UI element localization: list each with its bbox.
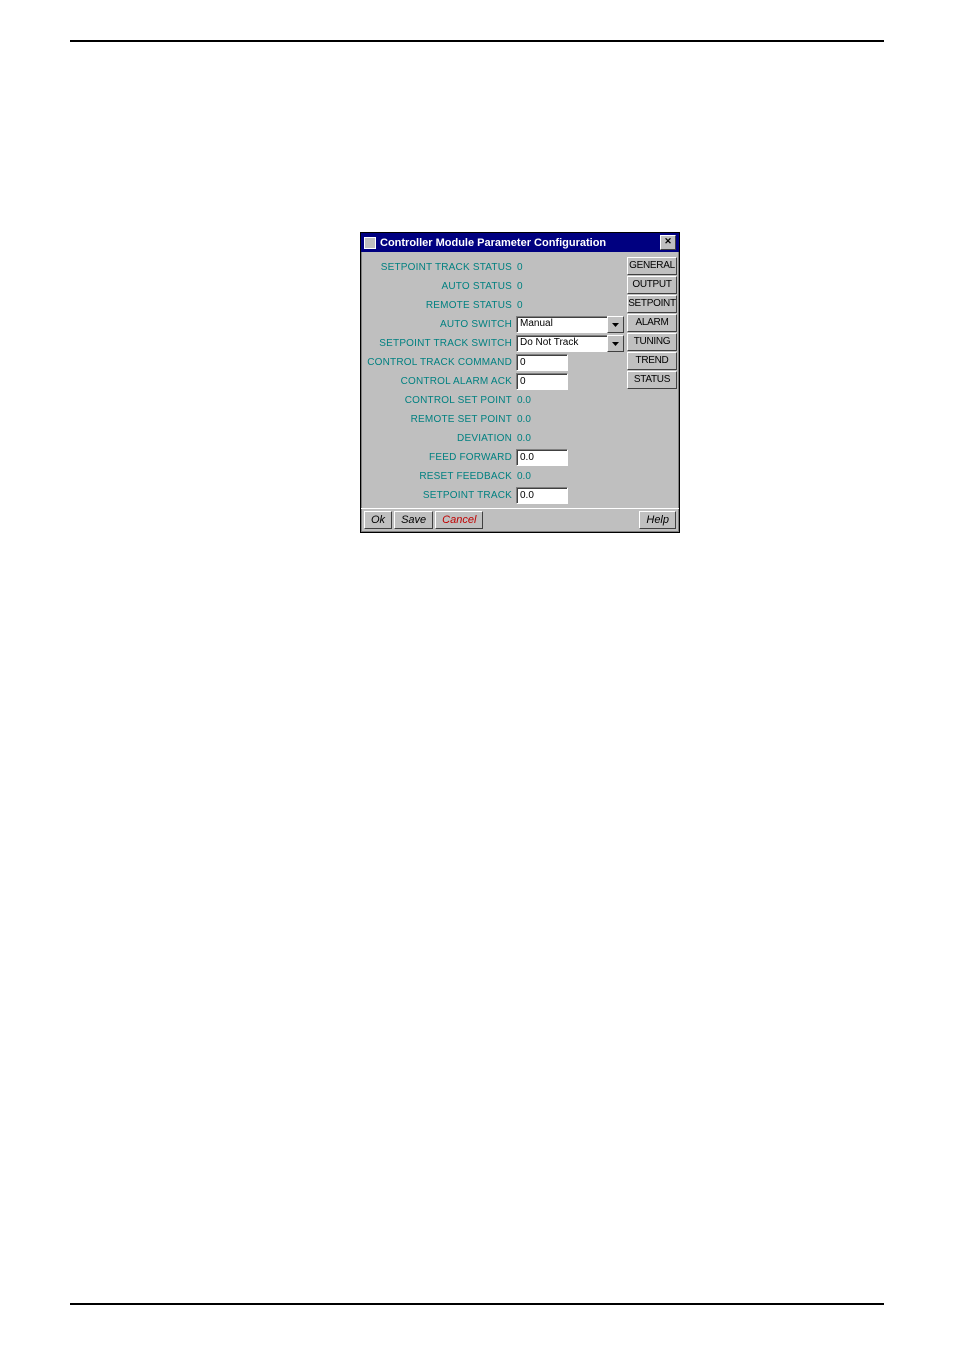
config-dialog: Controller Module Parameter Configuratio… [360,232,680,533]
page-rule-bottom [70,1303,884,1305]
tab-alarm[interactable]: ALARM [627,314,677,332]
label-auto-switch: AUTO SWITCH [364,319,516,330]
label-setpoint-track-status: SETPOINT TRACK STATUS [364,262,516,273]
chevron-down-icon[interactable] [607,335,624,352]
tab-general[interactable]: GENERAL [627,257,677,275]
tab-trend[interactable]: TREND [627,352,677,370]
input-setpoint-track[interactable] [516,487,568,504]
value-reset-feedback: 0.0 [516,471,531,482]
label-feed-forward: FEED FORWARD [364,452,516,463]
close-button[interactable]: ✕ [660,235,676,250]
tab-buttons: GENERAL OUTPUT SETPOINT ALARM TUNING TRE… [627,256,677,505]
help-button[interactable]: Help [639,511,676,529]
label-remote-set-point: REMOTE SET POINT [364,414,516,425]
dialog-actions: Ok Save Cancel Help [361,508,679,532]
label-setpoint-track-switch: SETPOINT TRACK SWITCH [364,338,516,349]
input-control-track-command[interactable] [516,354,568,371]
value-auto-status: 0 [516,281,523,292]
label-setpoint-track: SETPOINT TRACK [364,490,516,501]
tab-status[interactable]: STATUS [627,371,677,389]
label-control-set-point: CONTROL SET POINT [364,395,516,406]
input-feed-forward[interactable] [516,449,568,466]
titlebar: Controller Module Parameter Configuratio… [361,233,679,252]
form-column: SETPOINT TRACK STATUS 0 AUTO STATUS 0 RE… [364,256,624,505]
cancel-button[interactable]: Cancel [435,511,483,529]
tab-output[interactable]: OUTPUT [627,276,677,294]
value-remote-set-point: 0.0 [516,414,531,425]
page-rule-top [70,40,884,42]
label-control-track-command: CONTROL TRACK COMMAND [364,357,516,368]
save-button[interactable]: Save [394,511,433,529]
tab-tuning[interactable]: TUNING [627,333,677,351]
label-control-alarm-ack: CONTROL ALARM ACK [364,376,516,387]
value-remote-status: 0 [516,300,523,311]
label-deviation: DEVIATION [364,433,516,444]
combo-setpoint-track-switch[interactable]: Do Not Track [516,335,624,352]
ok-button[interactable]: Ok [364,511,392,529]
chevron-down-icon[interactable] [607,316,624,333]
input-control-alarm-ack[interactable] [516,373,568,390]
value-deviation: 0.0 [516,433,531,444]
value-control-set-point: 0.0 [516,395,531,406]
label-remote-status: REMOTE STATUS [364,300,516,311]
label-auto-status: AUTO STATUS [364,281,516,292]
tab-setpoint[interactable]: SETPOINT [627,295,677,313]
system-menu-icon[interactable] [364,237,376,249]
value-setpoint-track-status: 0 [516,262,523,273]
combo-setpoint-track-switch-text: Do Not Track [516,335,607,352]
combo-auto-switch-text: Manual [516,316,607,333]
window-title: Controller Module Parameter Configuratio… [380,237,606,249]
label-reset-feedback: RESET FEEDBACK [364,471,516,482]
combo-auto-switch[interactable]: Manual [516,316,624,333]
